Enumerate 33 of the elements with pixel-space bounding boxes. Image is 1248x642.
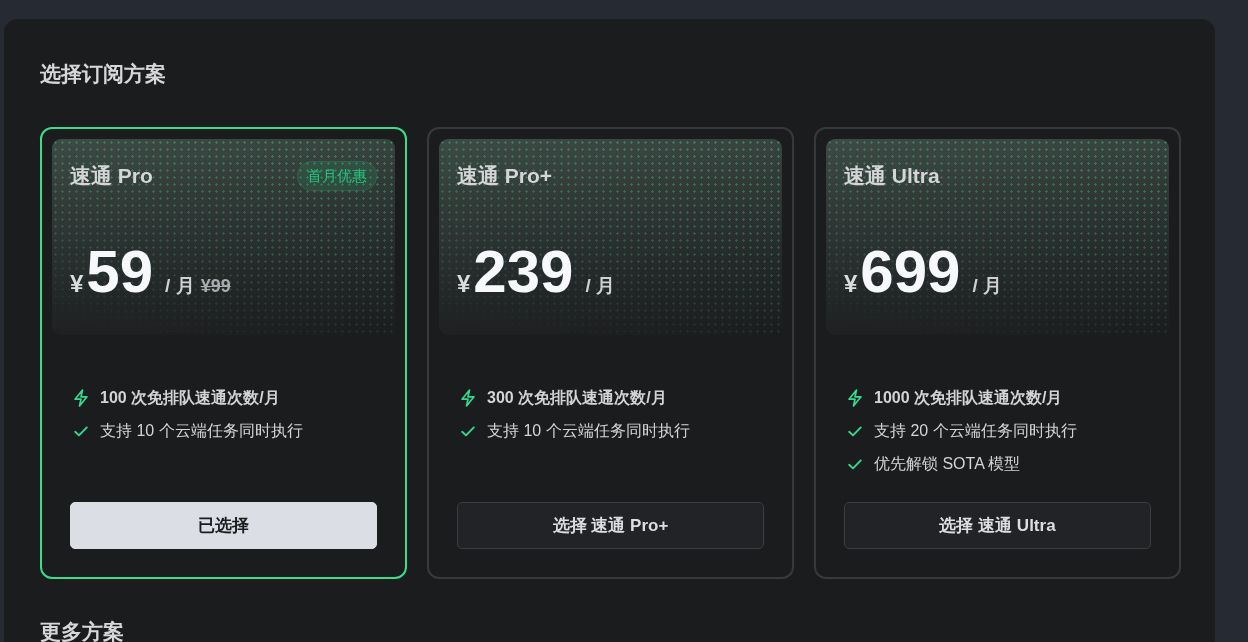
section-title: 更多方案: [40, 621, 125, 642]
feature-text: 1000 次免排队速通次数/月: [874, 387, 1063, 408]
lightning-icon: [73, 389, 89, 407]
currency-symbol: ¥: [844, 270, 858, 298]
price-amount: 59: [86, 241, 154, 303]
feature-text: 支持 20 个云端任务同时执行: [874, 420, 1077, 441]
selected-button[interactable]: 已选择: [70, 502, 377, 549]
price-period: / 月: [972, 274, 1003, 298]
price-period: / 月: [585, 274, 616, 298]
check-icon: [848, 425, 862, 437]
plan-name: 速通 Ultra: [844, 163, 940, 189]
original-price: ¥99: [200, 276, 231, 297]
lightning-icon: [460, 389, 476, 407]
check-icon: [74, 425, 88, 437]
price-period: / 月: [165, 274, 195, 298]
price-amount: 699: [860, 241, 961, 303]
currency-symbol: ¥: [457, 270, 471, 298]
feature-text: 100 次免排队速通次数/月: [100, 387, 280, 408]
feature-text: 优先解锁 SOTA 模型: [874, 453, 1021, 474]
currency-symbol: ¥: [70, 270, 84, 298]
feature-text: 支持 10 个云端任务同时执行: [487, 420, 690, 441]
price-amount: 239: [473, 241, 574, 303]
feature-text: 300 次免排队速通次数/月: [487, 387, 667, 408]
section-title: 选择订阅方案: [40, 61, 167, 87]
check-icon: [848, 458, 862, 470]
feature-text: 支持 10 个云端任务同时执行: [100, 420, 303, 441]
plan-name: 速通 Pro+: [457, 163, 553, 189]
check-icon: [461, 425, 475, 437]
lightning-icon: [847, 389, 863, 407]
discount-badge: 首月优惠: [297, 161, 377, 191]
select-plan-button[interactable]: 选择 速通 Pro+: [457, 502, 764, 549]
select-plan-button[interactable]: 选择 速通 Ultra: [844, 502, 1151, 549]
plan-name: 速通 Pro: [70, 163, 153, 189]
